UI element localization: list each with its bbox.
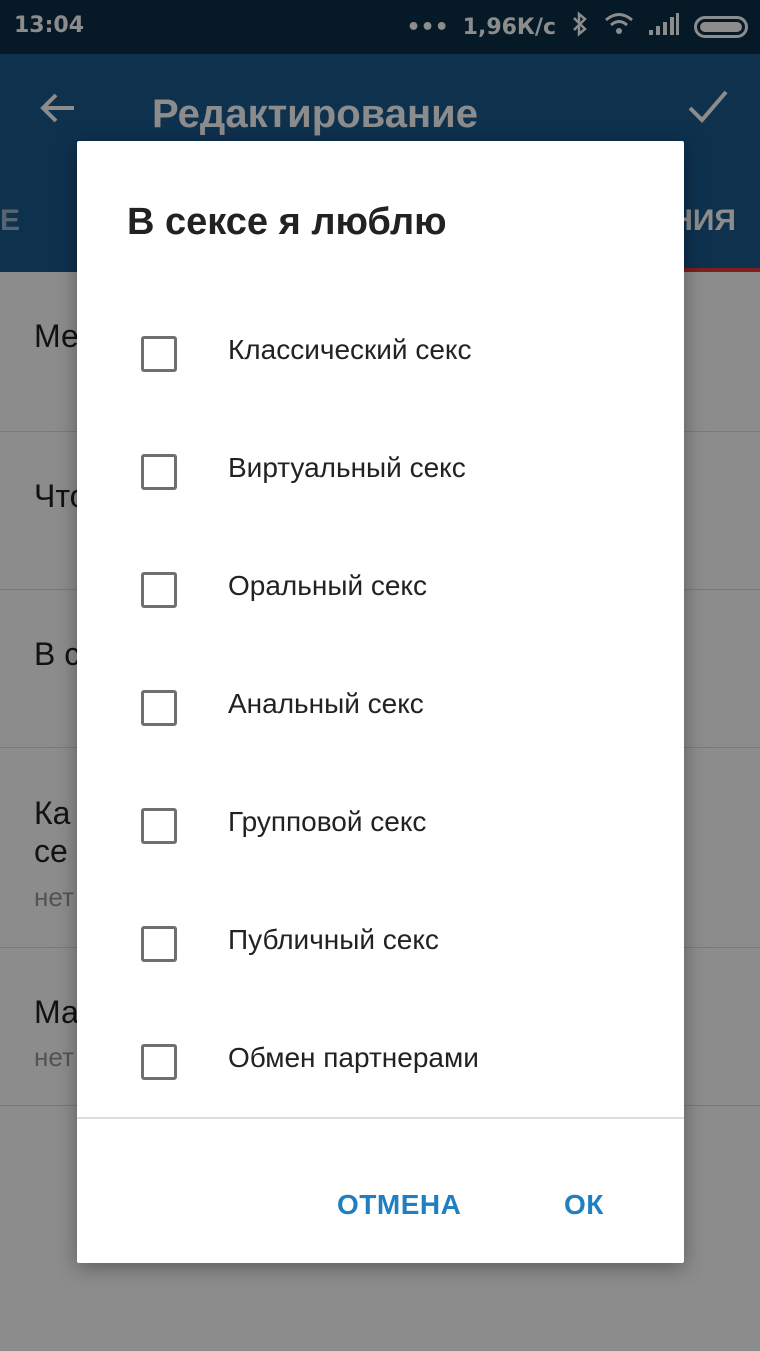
multi-select-dialog: В сексе я люблю Классический секс Виртуа… xyxy=(77,141,684,1263)
checkbox[interactable] xyxy=(141,926,177,962)
checkbox[interactable] xyxy=(141,1044,177,1080)
checkbox[interactable] xyxy=(141,808,177,844)
option-row[interactable]: Классический секс xyxy=(77,304,684,422)
option-row[interactable]: Оральный секс xyxy=(77,540,684,658)
option-row[interactable]: Обмен партнерами xyxy=(77,1012,684,1130)
cancel-button[interactable]: ОТМЕНА xyxy=(337,1189,461,1221)
option-row[interactable]: Публичный секс xyxy=(77,894,684,1012)
checkbox[interactable] xyxy=(141,454,177,490)
checkbox[interactable] xyxy=(141,336,177,372)
dialog-title: В сексе я люблю xyxy=(127,201,447,243)
option-row[interactable]: Групповой секс xyxy=(77,776,684,894)
option-label: Классический секс xyxy=(228,334,472,365)
option-row[interactable]: Анальный секс xyxy=(77,658,684,776)
option-label: Анальный секс xyxy=(228,688,424,719)
option-label: Публичный секс xyxy=(228,924,439,955)
option-label: Виртуальный секс xyxy=(228,452,466,483)
option-label: Групповой секс xyxy=(228,806,427,837)
option-label: Оральный секс xyxy=(228,570,427,601)
option-label: Обмен партнерами xyxy=(228,1042,479,1073)
option-row[interactable]: Виртуальный секс xyxy=(77,422,684,540)
dialog-divider xyxy=(77,1117,684,1119)
checkbox[interactable] xyxy=(141,572,177,608)
ok-button[interactable]: ОК xyxy=(564,1189,604,1221)
checkbox[interactable] xyxy=(141,690,177,726)
